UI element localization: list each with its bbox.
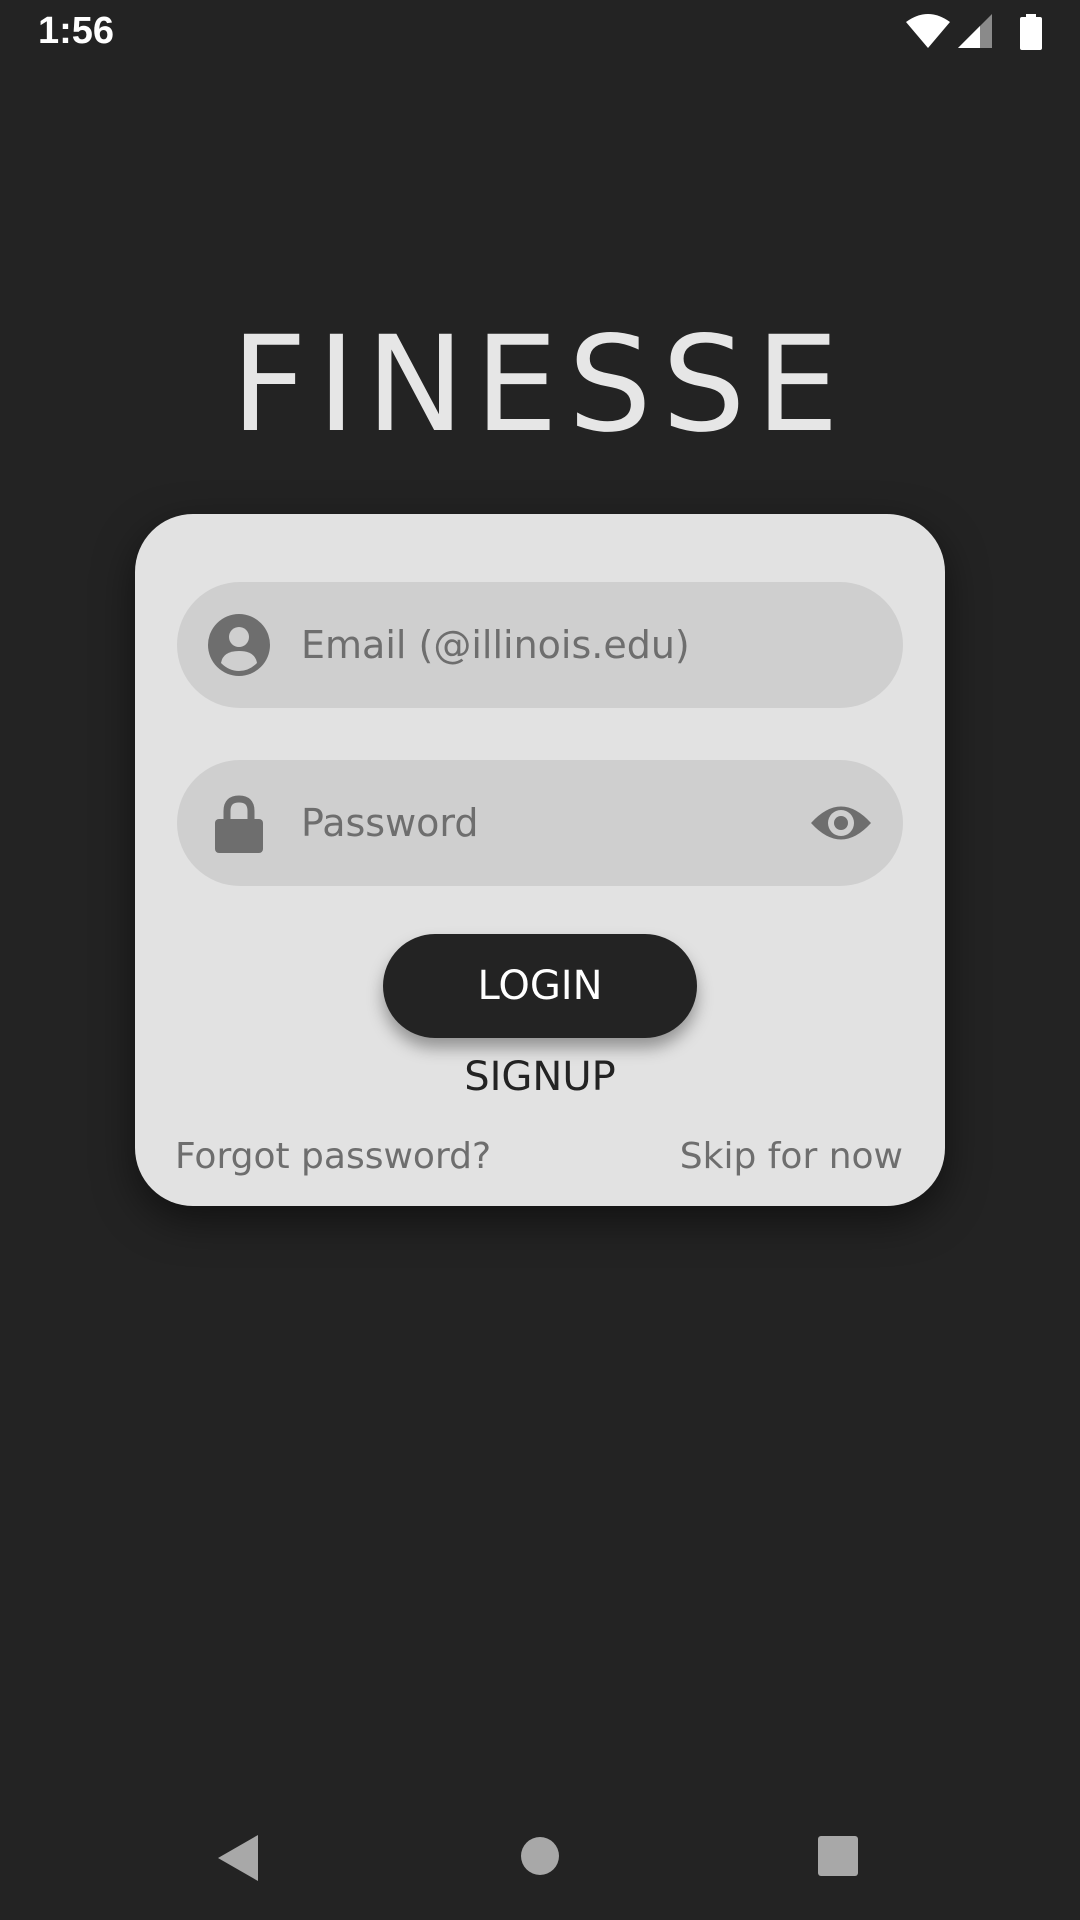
battery-icon [1020, 14, 1042, 50]
email-placeholder: Email (@illinois.edu) [301, 623, 690, 667]
account-icon [208, 614, 270, 676]
navigation-bar [0, 1800, 1080, 1920]
signup-link[interactable]: SIGNUP [135, 1054, 945, 1100]
email-field[interactable]: Email (@illinois.edu) [177, 582, 903, 708]
signal-icon [958, 14, 992, 48]
skip-for-now-link[interactable]: Skip for now [680, 1136, 903, 1177]
wifi-icon [906, 14, 950, 48]
recents-icon[interactable] [818, 1836, 858, 1876]
password-placeholder: Password [301, 801, 479, 845]
back-icon[interactable] [216, 1833, 260, 1883]
login-button[interactable]: LOGIN [383, 934, 697, 1038]
home-icon[interactable] [520, 1836, 560, 1876]
app-title: FINESSE [231, 308, 849, 462]
login-card: Email (@illinois.edu) Password LOGIN SIG… [135, 514, 945, 1206]
lock-icon [215, 795, 263, 853]
status-bar: 1:56 [0, 0, 1080, 64]
eye-icon[interactable] [809, 798, 873, 848]
password-field[interactable]: Password [177, 760, 903, 886]
status-time: 1:56 [38, 10, 115, 52]
forgot-password-link[interactable]: Forgot password? [175, 1136, 491, 1177]
